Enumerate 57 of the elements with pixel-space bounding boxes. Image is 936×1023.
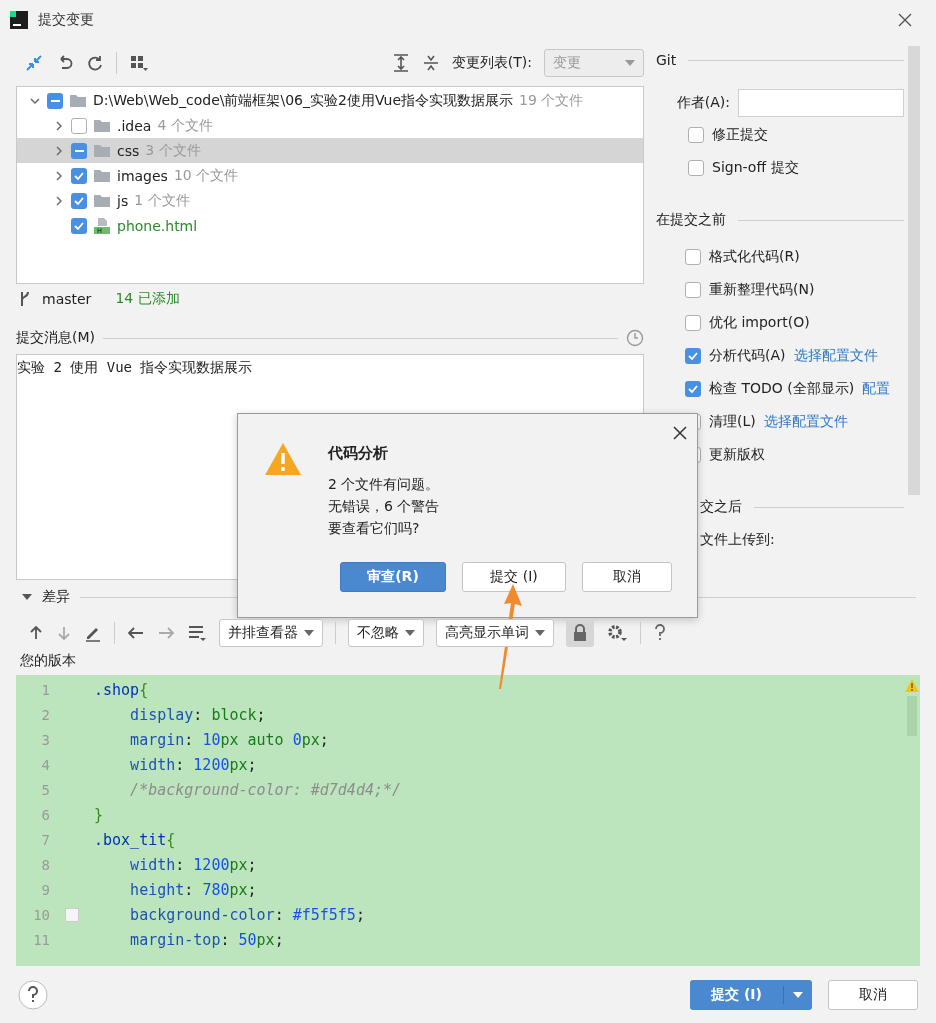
author-label: 作者(A): (676, 94, 730, 112)
line-number: 3 (40, 731, 50, 748)
code-line: margin: 10px auto 0px; (129, 730, 329, 749)
file-count: 4 个文件 (157, 116, 213, 135)
section-title: 交之后 (700, 498, 742, 516)
option-label: 重新整理代码(N) (709, 280, 815, 299)
code-line: width: 1200px; (129, 855, 257, 874)
code-line: background-color: #f5f5f5; (129, 905, 365, 924)
changelist-label: 变更列表(T): (451, 54, 532, 72)
version-label: 您的版本 (20, 652, 76, 670)
code-line: width: 1200px; (129, 755, 257, 774)
dialog-title: 代码分析 (328, 444, 389, 463)
section-title: Git (656, 52, 677, 68)
code-line: /*background-color: #d7d4d4;*/ (129, 780, 402, 799)
window-title: 提交变更 (38, 11, 94, 29)
option-label: 检查 TODO (全部显示) (709, 379, 855, 398)
dialog-message: 无错误，6 个警告 (328, 497, 440, 516)
option-label: 文件上传到: (700, 531, 775, 547)
line-number: 4 (40, 756, 50, 773)
line-number: 8 (40, 856, 50, 873)
file-name: D:\Web\Web_code\前端框架\06_实验2使用Vue指令实现数据展示 (93, 91, 513, 110)
code-line: display: block; (129, 705, 266, 724)
added-count: 14 已添加 (115, 290, 180, 308)
file-name: .idea (117, 117, 152, 134)
section-title: 差异 (42, 588, 70, 606)
line-number: 7 (40, 831, 50, 848)
file-name: js (117, 192, 129, 209)
line-number: 11 (32, 931, 50, 948)
option-label: 分析代码(A) (709, 346, 786, 365)
code-line: .box_tit{ (94, 830, 176, 849)
option-label: 优化 import(O) (709, 313, 810, 332)
option-label: Sign-off 提交 (712, 158, 799, 177)
dialog-message: 要查看它们吗? (328, 519, 421, 538)
line-number: 6 (40, 806, 50, 823)
code-line: height: 780px; (129, 880, 257, 899)
file-count: 10 个文件 (173, 166, 239, 185)
line-number: 5 (40, 781, 50, 798)
option-label: 修正提交 (712, 125, 768, 144)
file-name: phone.html (117, 217, 198, 234)
file-name: css (117, 142, 140, 159)
message-label: 提交消息(M) (16, 329, 95, 347)
file-name: images (117, 167, 168, 184)
line-number: 1 (40, 681, 50, 698)
file-count: 19 个文件 (519, 91, 584, 110)
option-label: 清理(L) (709, 412, 756, 431)
option-label: 更新版权 (709, 445, 765, 464)
dialog-message: 2 个文件有问题。 (328, 475, 440, 494)
option-label: 格式化代码(R) (709, 247, 800, 266)
line-number: 9 (40, 881, 50, 898)
line-number: 10 (32, 906, 50, 923)
code-line: .shop{ (94, 680, 149, 699)
section-title: 在提交之前 (656, 211, 726, 229)
code-line: margin-top: 50px; (129, 930, 284, 949)
code-line: } (94, 805, 104, 824)
file-count: 1 个文件 (134, 191, 190, 210)
line-number: 2 (40, 706, 50, 723)
file-count: 3 个文件 (145, 141, 201, 160)
